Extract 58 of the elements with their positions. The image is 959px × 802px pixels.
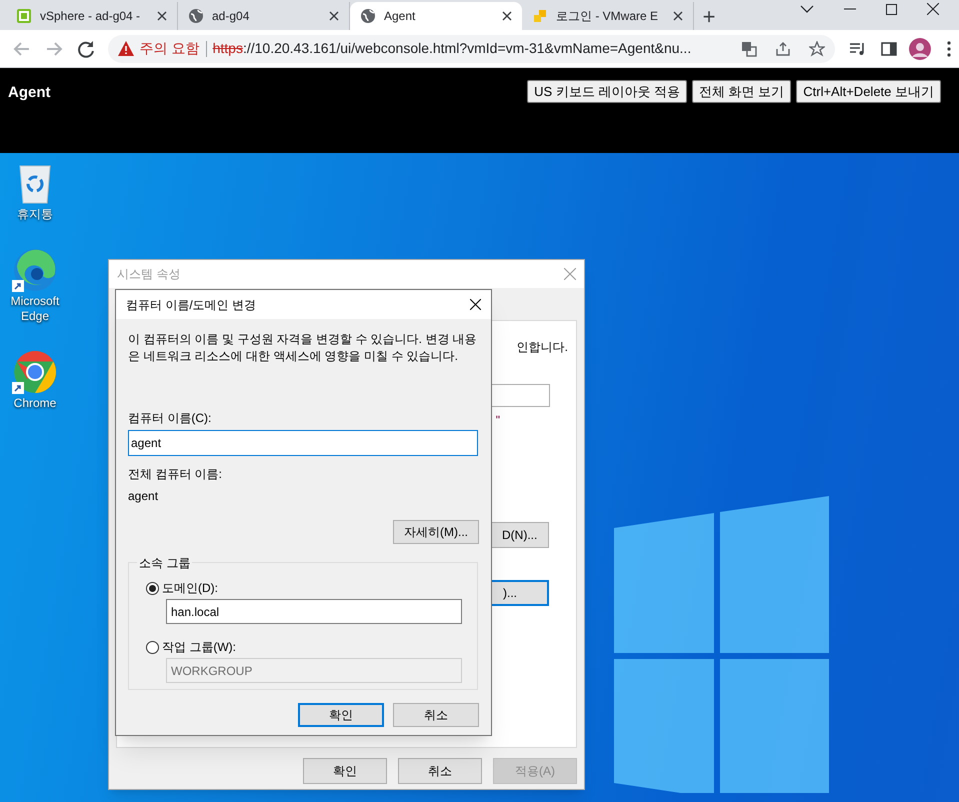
dialog-button[interactable]: 취소: [393, 703, 479, 727]
warning-icon: [118, 41, 134, 56]
dialog-button[interactable]: 확인: [303, 758, 387, 784]
window-title: 시스템 속성: [117, 266, 180, 283]
console-title: Agent: [8, 83, 50, 103]
dialog-button[interactable]: 확인: [298, 703, 384, 727]
computer-name-input[interactable]: agent: [128, 430, 478, 456]
desktop-icon-label: 휴지통: [17, 207, 53, 222]
console-button[interactable]: US 키보드 레이아웃 적용: [527, 80, 687, 103]
translate-icon[interactable]: [741, 40, 758, 56]
share-icon[interactable]: [775, 40, 792, 56]
full-computer-name: agent: [128, 488, 160, 505]
edge-logo-icon: [13, 248, 57, 292]
security-warning[interactable]: 주의 요함: [140, 38, 200, 59]
close-icon[interactable]: [157, 11, 167, 21]
field-label: 컴퓨터 이름(C):: [128, 410, 212, 427]
more-icon[interactable]: [947, 40, 951, 56]
globe-icon: [360, 8, 376, 24]
desktop-icon-label: Microsoft Edge: [10, 294, 60, 324]
url-text: https://10.20.43.161/ui/webconsole.html?vmId=vm-31&vmName=Agent&nu...: [212, 39, 692, 58]
desktop-icon-label: Chrome: [14, 396, 56, 411]
address-bar[interactable]: 주의 요함 https://10.20.43.161/ui/webconsole.html?vmId=vm-31&vmName=Agent&nu...: [108, 34, 836, 62]
more-button[interactable]: 자세히(M)...: [393, 520, 479, 544]
tab-title: Agent: [384, 8, 416, 25]
close-icon[interactable]: [502, 11, 512, 21]
chevron-down-icon[interactable]: [800, 5, 814, 13]
console-button[interactable]: Ctrl+Alt+Delete 보내기: [796, 80, 941, 103]
dialog-title: 컴퓨터 이름/도메인 변경: [126, 296, 256, 314]
new-tab-button[interactable]: +: [694, 2, 724, 30]
globe-icon: [188, 8, 204, 24]
radio-label[interactable]: 도메인(D):: [162, 579, 218, 597]
close-icon[interactable]: [927, 3, 939, 15]
close-icon[interactable]: [470, 299, 481, 310]
star-icon[interactable]: [809, 40, 826, 56]
avatar-icon[interactable]: [909, 38, 932, 60]
field-label: 전체 컴퓨터 이름:: [128, 466, 224, 483]
squares-logo-icon: [532, 8, 548, 24]
minimize-icon[interactable]: [844, 8, 856, 10]
partial-text: ": [496, 412, 500, 429]
close-icon[interactable]: [673, 11, 683, 21]
dialog-button[interactable]: 취소: [398, 758, 482, 784]
browser-tab[interactable]: Agent: [350, 2, 522, 30]
console-button[interactable]: 전체 화면 보기: [692, 80, 792, 103]
domain-input[interactable]: han.local: [166, 599, 462, 624]
close-icon[interactable]: [329, 11, 339, 21]
chrome-logo-icon: [13, 350, 57, 394]
radio-label[interactable]: 작업 그룹(W):: [162, 638, 236, 656]
input-field: [490, 384, 550, 407]
tab-title: vSphere - ad-g04 -: [40, 8, 142, 25]
vsphere-logo-icon: [16, 8, 32, 24]
partial-text: 인합니다.: [516, 339, 568, 356]
tab-title: 로그인 - VMware E: [556, 8, 660, 25]
radio-button[interactable]: [146, 582, 159, 594]
radio-button[interactable]: [146, 640, 159, 654]
description-text: 이 컴퓨터의 이름 및 구성원 자격을 변경할 수 있습니다. 변경 내용은 네트워크 리소스에 대한 액세스에 영향을 미칠 수 있습니다.: [128, 331, 478, 365]
maximize-icon[interactable]: [886, 4, 897, 14]
tab-title: ad-g04: [212, 8, 250, 25]
side-panel-icon[interactable]: [881, 40, 898, 56]
